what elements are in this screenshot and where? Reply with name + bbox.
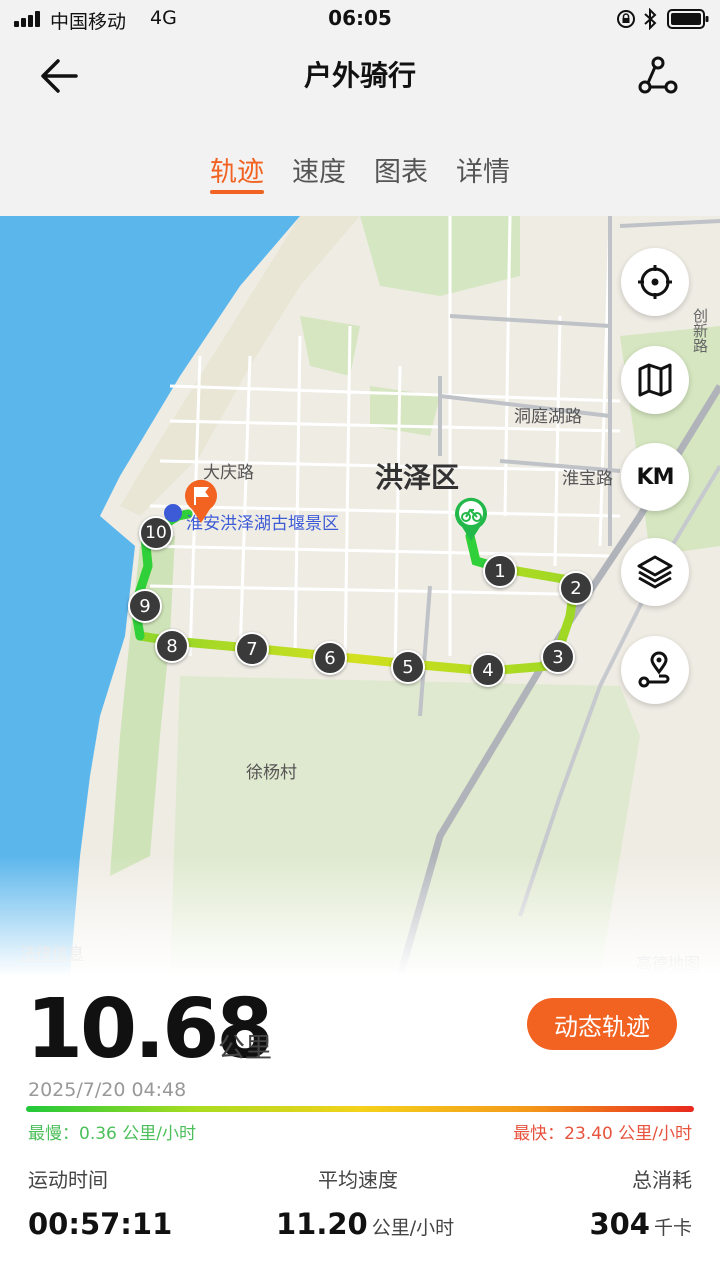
avg-speed-value: 11.20: [276, 1207, 368, 1241]
bicycle-icon: [455, 497, 487, 541]
battery-icon: [667, 9, 709, 29]
layers-button[interactable]: [621, 538, 689, 606]
activity-datetime: 2025/7/20 04:48: [28, 1079, 187, 1101]
crosshair-icon: [638, 265, 672, 299]
clock: 06:05: [328, 6, 392, 30]
back-arrow-icon[interactable]: [34, 54, 86, 98]
duration-label: 运动时间: [28, 1168, 108, 1192]
km-marker-7[interactable]: 7: [235, 632, 269, 666]
dynamic-track-button[interactable]: 动态轨迹: [527, 998, 677, 1050]
tab-speed[interactable]: 速度: [292, 140, 346, 192]
duration-stat: 运动时间 00:57:11: [28, 1164, 172, 1241]
header: 户外骑行: [0, 40, 720, 120]
tab-details[interactable]: 详情: [456, 140, 510, 192]
km-marker-1[interactable]: 1: [483, 554, 517, 588]
layers-icon: [637, 555, 673, 589]
calories-unit: 千卡: [653, 1217, 692, 1239]
distance-unit: 公里: [218, 1033, 272, 1064]
tab-track[interactable]: 轨迹: [210, 140, 264, 194]
calories-value-row: 304 千卡: [589, 1207, 692, 1241]
road-label-dongting: 洞庭湖路: [514, 407, 582, 427]
km-marker-2[interactable]: 2: [559, 571, 593, 605]
km-marker-8[interactable]: 8: [155, 629, 189, 663]
slowest-speed: 最慢：0.36 公里/小时: [28, 1124, 196, 1144]
map-view[interactable]: 大庆路 洞庭湖路 淮宝路 创新路 洪泽区 徐杨村 淮安洪泽湖古堰景区 法律信息 …: [0, 216, 720, 976]
district-label: 洪泽区: [375, 461, 460, 494]
calories-stat: 总消耗 304 千卡: [589, 1164, 692, 1241]
duration-value: 00:57:11: [28, 1207, 173, 1241]
map-background: [0, 216, 720, 976]
speed-gradient-bar: [26, 1106, 694, 1112]
km-marker-6[interactable]: 6: [313, 641, 347, 675]
fastest-speed: 最快：23.40 公里/小时: [513, 1124, 692, 1144]
map-provider-watermark: 高德地图: [636, 954, 701, 973]
rotation-lock-icon: [617, 10, 635, 28]
map-icon: [638, 363, 672, 397]
road-label-huaibao: 淮宝路: [562, 469, 613, 489]
avg-speed-label: 平均速度: [318, 1168, 398, 1192]
road-label-chuangxin: 创新路: [691, 308, 709, 353]
avg-speed-value-row: 11.20 公里/小时: [276, 1207, 454, 1241]
legal-info-link[interactable]: 法律信息: [20, 940, 84, 964]
route-share-icon[interactable]: [632, 52, 684, 100]
summary-panel: 10.68 公里 动态轨迹 2025/7/20 04:48 最慢：0.36 公里…: [0, 976, 720, 1280]
km-marker-5[interactable]: 5: [391, 650, 425, 684]
finish-flag-icon: [185, 479, 217, 523]
route-points-button[interactable]: [621, 636, 689, 704]
tab-chart[interactable]: 图表: [374, 140, 428, 192]
km-toggle-label: KM: [636, 464, 675, 490]
calories-label: 总消耗: [632, 1168, 692, 1192]
map-type-button[interactable]: [621, 346, 689, 414]
km-marker-10[interactable]: 10: [139, 516, 173, 550]
tab-bar: 轨迹 速度 图表 详情: [0, 140, 720, 216]
km-marker-9[interactable]: 9: [128, 589, 162, 623]
avg-speed-stat: 平均速度 11.20 公里/小时: [276, 1164, 454, 1241]
route-pin-icon: [638, 651, 670, 688]
calories-value: 304: [589, 1207, 650, 1241]
km-marker-4[interactable]: 4: [471, 653, 505, 687]
village-label: 徐杨村: [246, 763, 297, 783]
km-toggle-button[interactable]: KM: [621, 443, 689, 511]
status-bar: 中国移动 4G 06:05: [0, 0, 720, 40]
bluetooth-icon: [644, 8, 657, 30]
page-title: 户外骑行: [303, 59, 416, 92]
avg-speed-unit: 公里/小时: [371, 1217, 455, 1239]
locate-button[interactable]: [621, 248, 689, 316]
km-marker-3[interactable]: 3: [541, 640, 575, 674]
